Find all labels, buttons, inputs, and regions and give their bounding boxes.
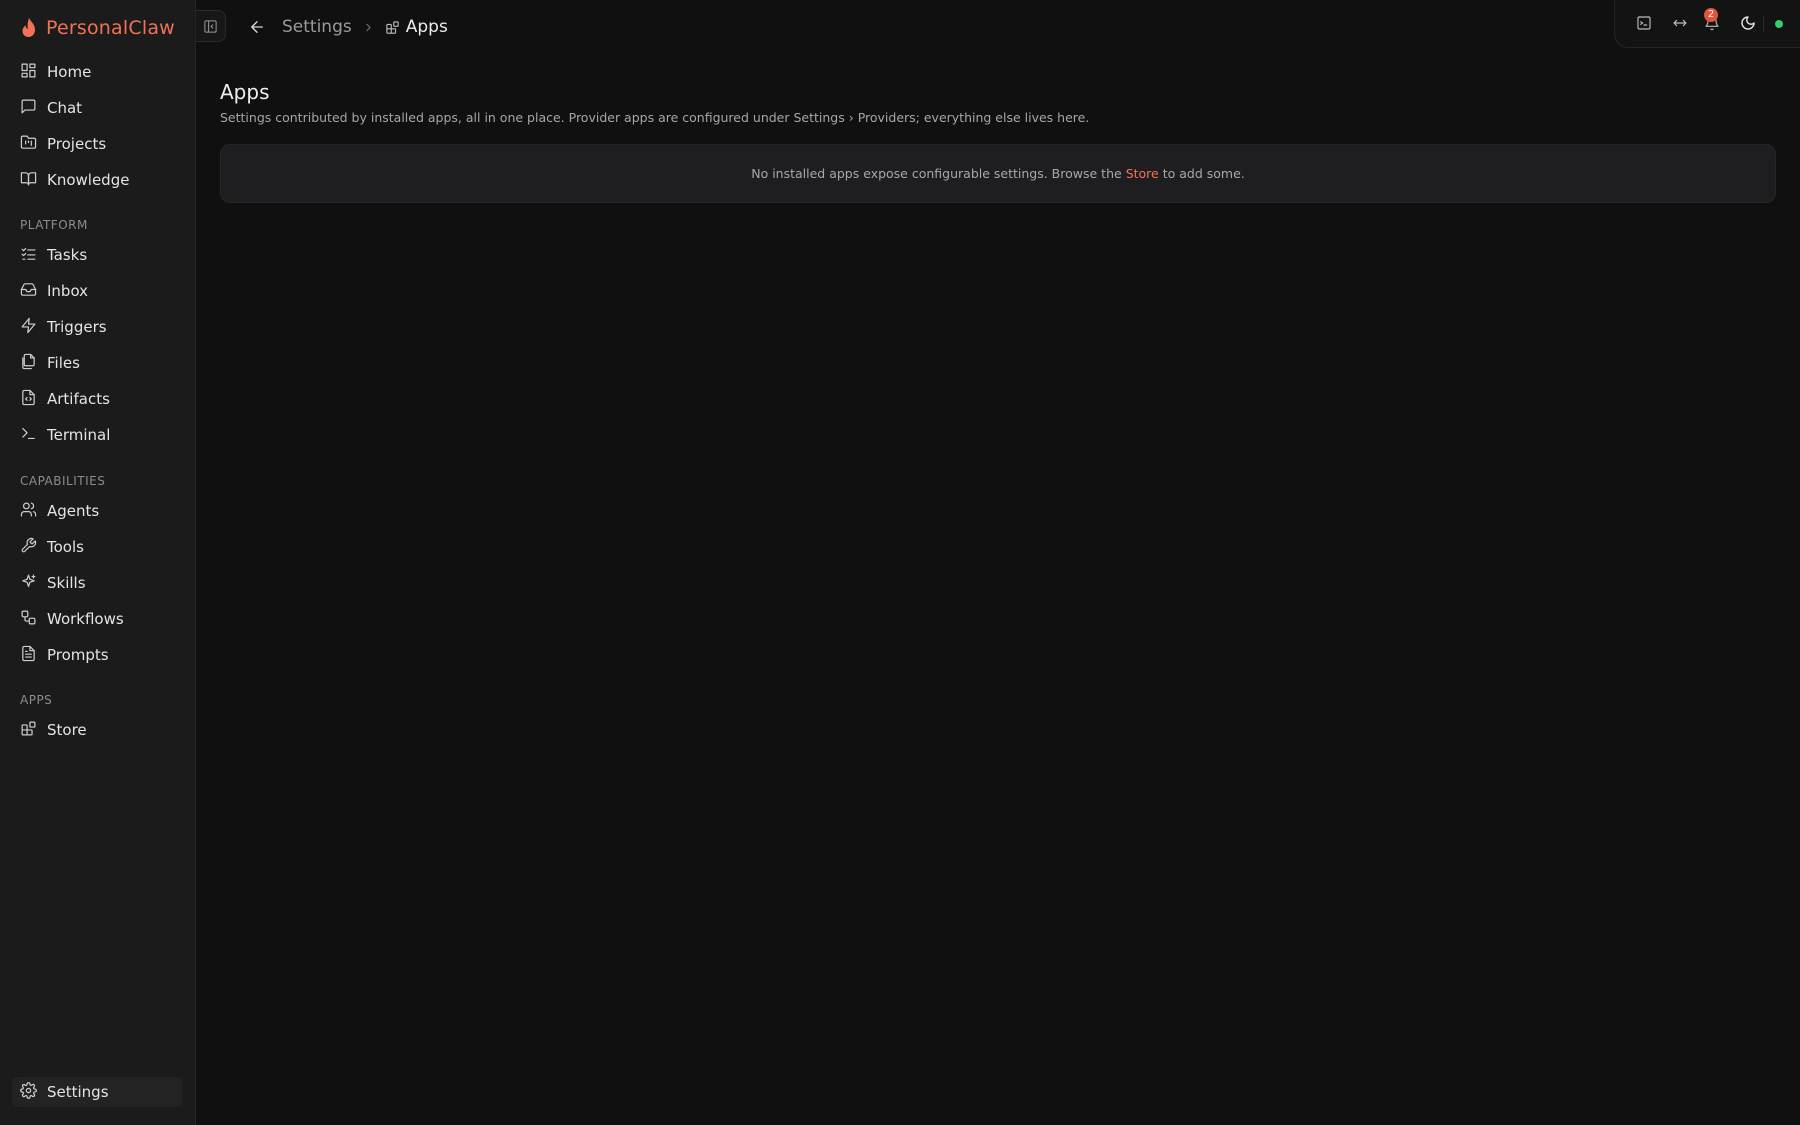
sidebar-item-home[interactable]: Home (12, 57, 182, 87)
sidebar-item-label: Knowledge (47, 171, 130, 189)
page-title: Apps (220, 80, 270, 104)
brand[interactable]: PersonalClaw (20, 14, 175, 42)
layout-dashboard-icon (20, 62, 37, 83)
section-label-platform: PLATFORM (20, 218, 88, 232)
sidebar-item-knowledge[interactable]: Knowledge (12, 165, 182, 195)
sidebar-item-workflows[interactable]: Workflows (12, 604, 182, 634)
sidebar-item-label: Inbox (47, 282, 89, 300)
files-icon (20, 353, 37, 374)
sidebar-item-label: Triggers (47, 318, 107, 336)
section-label-apps: APPS (20, 693, 53, 707)
panel-left-close-icon (203, 19, 218, 34)
wrench-icon (20, 537, 37, 558)
sidebar-item-label: Workflows (47, 610, 124, 628)
blocks-icon (385, 20, 400, 35)
folder-kanban-icon (20, 134, 37, 155)
sidebar-item-files[interactable]: Files (12, 348, 182, 378)
sidebar-item-projects[interactable]: Projects (12, 129, 182, 159)
notification-badge: 2 (1704, 8, 1718, 22)
moon-icon[interactable] (1739, 14, 1757, 32)
breadcrumb-settings-link[interactable]: Settings (282, 17, 352, 37)
gear-icon (20, 1081, 37, 1103)
users-icon (20, 501, 37, 522)
sidebar-item-inbox[interactable]: Inbox (12, 276, 182, 306)
terminal-icon (20, 425, 37, 446)
breadcrumb: Settings Apps (248, 14, 448, 40)
sidebar-item-label: Projects (47, 135, 107, 153)
sidebar-item-artifacts[interactable]: Artifacts (12, 384, 182, 414)
sidebar-item-terminal[interactable]: Terminal (12, 420, 182, 450)
section-label-capabilities: CAPABILITIES (20, 474, 106, 488)
sidebar-item-label: Agents (47, 502, 100, 520)
sidebar-item-agents[interactable]: Agents (12, 496, 182, 526)
sidebar-item-skills[interactable]: Skills (12, 568, 182, 598)
book-open-icon (20, 170, 37, 191)
breadcrumb-current: Apps (405, 17, 448, 37)
sidebar: PersonalClaw Home Chat Projects Knowledg… (0, 0, 196, 1125)
connection-status-dot (1775, 20, 1783, 28)
sidebar-item-label: Skills (47, 574, 86, 592)
workflow-icon (20, 609, 37, 630)
sidebar-item-label: Files (47, 354, 80, 372)
top-right-toolbar (1614, 0, 1800, 48)
chevron-right-icon (362, 21, 375, 34)
sidebar-item-label: Tools (47, 538, 84, 556)
blocks-icon (20, 720, 37, 741)
sidebar-item-label: Store (47, 721, 87, 739)
sparkles-icon (20, 573, 37, 594)
sidebar-item-prompts[interactable]: Prompts (12, 640, 182, 670)
back-arrow-icon[interactable] (248, 18, 266, 36)
arrows-horizontal-icon[interactable] (1671, 14, 1689, 32)
sidebar-item-tasks[interactable]: Tasks (12, 240, 182, 270)
file-text-icon (20, 645, 37, 666)
file-code-icon (20, 389, 37, 410)
sidebar-item-tools[interactable]: Tools (12, 532, 182, 562)
empty-state-card: No installed apps expose configurable se… (220, 144, 1776, 203)
empty-state-text: No installed apps expose configurable se… (751, 166, 1122, 181)
collapse-sidebar-button[interactable] (196, 10, 226, 42)
sidebar-item-label: Terminal (47, 426, 111, 444)
sidebar-item-store[interactable]: Store (12, 715, 182, 745)
sidebar-item-settings[interactable]: Settings (12, 1077, 182, 1107)
toolbar-divider (1763, 16, 1764, 32)
zap-icon (20, 317, 37, 338)
sidebar-item-label: Prompts (47, 646, 109, 664)
list-checks-icon (20, 245, 37, 266)
sidebar-item-label: Tasks (47, 246, 88, 264)
message-square-icon (20, 98, 37, 119)
brand-name: PersonalClaw (46, 17, 175, 39)
flame-logo-icon (20, 17, 38, 39)
store-link[interactable]: Store (1126, 166, 1159, 181)
inbox-icon (20, 281, 37, 302)
sidebar-item-triggers[interactable]: Triggers (12, 312, 182, 342)
sidebar-item-label: Artifacts (47, 390, 110, 408)
sidebar-item-label: Settings (47, 1083, 109, 1101)
sidebar-item-label: Chat (47, 99, 83, 117)
sidebar-item-label: Home (47, 63, 92, 81)
empty-state-text-end: to add some. (1162, 166, 1245, 181)
sidebar-item-chat[interactable]: Chat (12, 93, 182, 123)
page-description: Settings contributed by installed apps, … (220, 110, 1090, 125)
terminal-panel-icon[interactable] (1635, 14, 1653, 32)
